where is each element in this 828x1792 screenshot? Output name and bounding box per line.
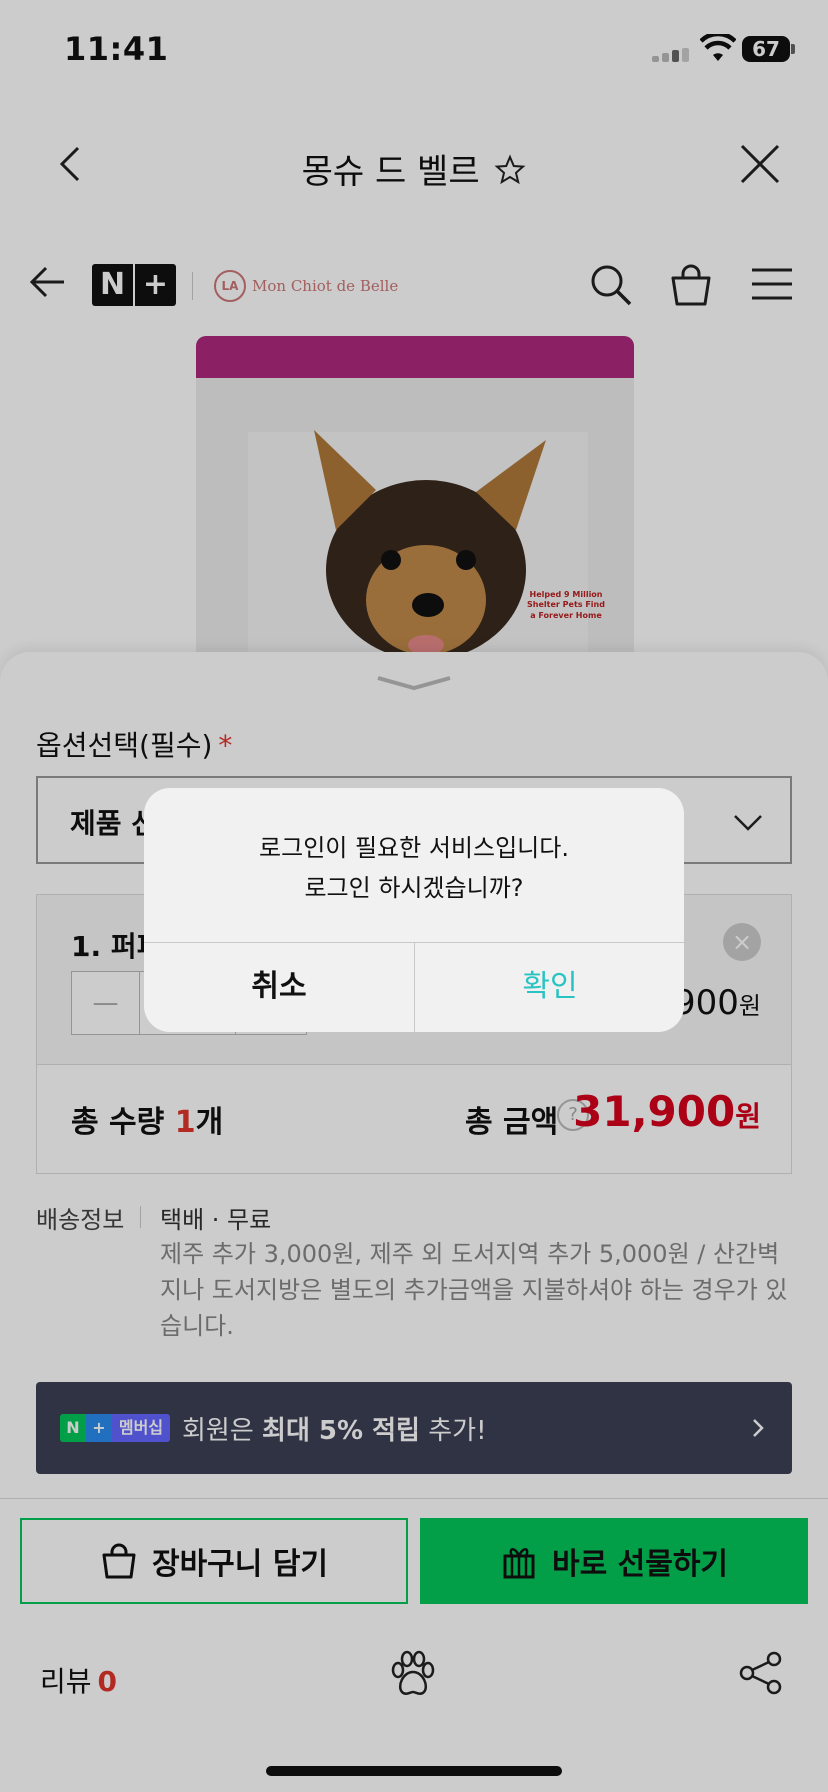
alert-confirm-button[interactable]: 확인 [415, 942, 684, 1032]
alert-message-line2: 로그인 하시겠습니까? [304, 874, 524, 902]
alert-message-line1: 로그인이 필요한 서비스입니다. [259, 834, 569, 862]
login-alert-dialog: 로그인이 필요한 서비스입니다. 로그인 하시겠습니까? 취소 확인 [144, 788, 684, 1032]
alert-message: 로그인이 필요한 서비스입니다. 로그인 하시겠습니까? [144, 828, 684, 908]
alert-cancel-button[interactable]: 취소 [144, 942, 414, 1032]
